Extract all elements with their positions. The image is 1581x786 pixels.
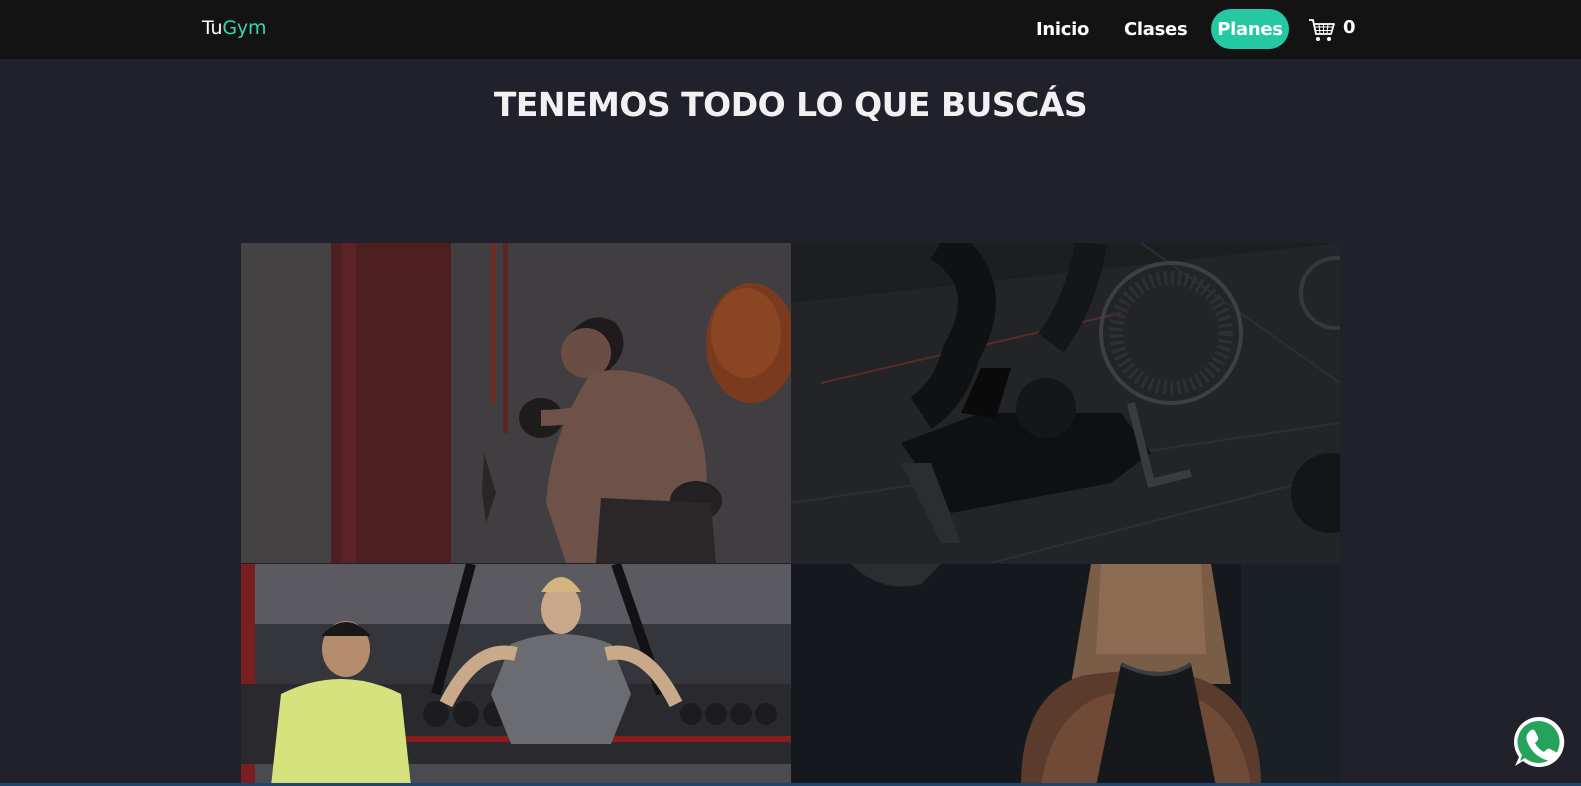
cart-icon[interactable] (1308, 17, 1336, 43)
nav-link-inicio[interactable]: Inicio (1036, 19, 1089, 40)
suspension-training-image (241, 564, 791, 786)
brand-logo[interactable]: TuGym (202, 17, 266, 39)
page-title: TENEMOS TODO LO QUE BUSCÁS (493, 85, 1088, 124)
athlete-back-image (791, 564, 1340, 786)
brand-part-tu: Tu (202, 17, 223, 39)
whatsapp-icon[interactable] (1511, 714, 1567, 770)
nav-link-clases[interactable]: Clases (1124, 19, 1188, 40)
air-bike-image (791, 243, 1340, 563)
nav-link-planes[interactable]: Planes (1211, 9, 1289, 49)
brand-part-gym: Gym (222, 17, 267, 39)
navbar: TuGym Inicio Clases Planes 0 (0, 0, 1581, 59)
cart-count: 0 (1343, 17, 1356, 38)
boxing-training-image (241, 243, 791, 563)
